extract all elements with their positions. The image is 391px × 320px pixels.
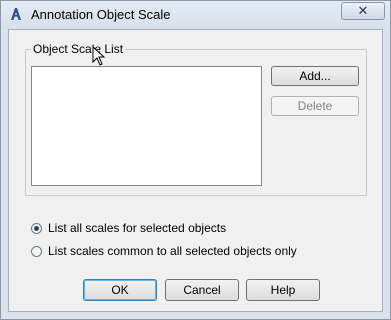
radio-label-list-common: List scales common to all selected objec… [48, 244, 297, 258]
radio-list-common-scales[interactable]: List scales common to all selected objec… [31, 244, 297, 258]
help-button[interactable]: Help [246, 279, 320, 301]
mouse-cursor-icon [92, 46, 106, 66]
radio-button-checked[interactable] [31, 222, 42, 234]
title-bar[interactable]: Annotation Object Scale ✕ [1, 1, 390, 29]
object-scale-listbox[interactable] [31, 66, 262, 186]
add-button[interactable]: Add... [271, 66, 359, 86]
radio-button-unchecked[interactable] [31, 245, 42, 257]
radio-label-list-all: List all scales for selected objects [48, 221, 227, 235]
ok-button[interactable]: OK [83, 279, 157, 301]
cancel-button[interactable]: Cancel [165, 279, 239, 301]
dialog-window: Annotation Object Scale ✕ Object Scale L… [0, 0, 391, 320]
close-button[interactable]: ✕ [341, 2, 385, 20]
dialog-title: Annotation Object Scale [31, 7, 171, 22]
radio-list-all-scales[interactable]: List all scales for selected objects [31, 221, 226, 235]
delete-button[interactable]: Delete [271, 96, 359, 116]
close-icon: ✕ [357, 3, 369, 18]
group-label: Object Scale List [31, 42, 126, 56]
dialog-body: Object Scale List Add... Delete List all… [8, 29, 383, 312]
autocad-a-icon [11, 8, 21, 20]
